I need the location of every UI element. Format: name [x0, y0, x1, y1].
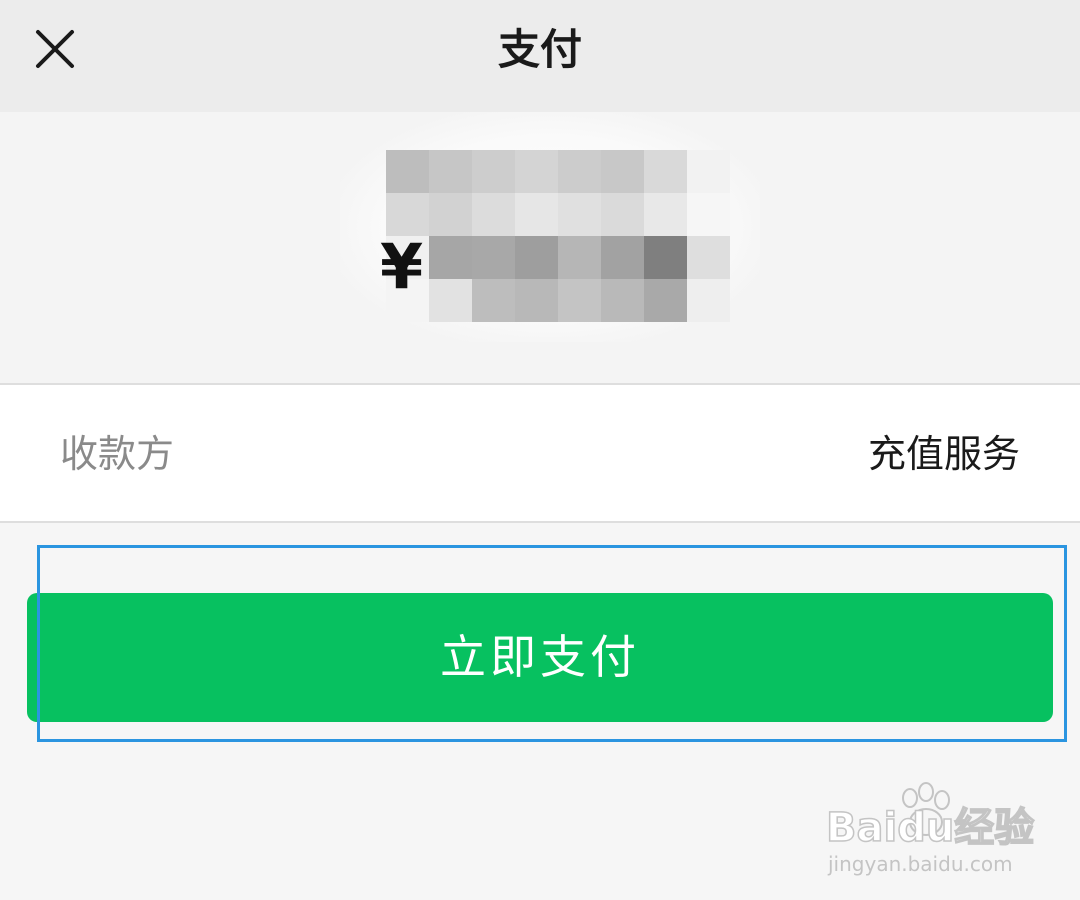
mosaic-cell — [601, 193, 644, 236]
watermark-url: jingyan.baidu.com — [828, 852, 1013, 876]
mosaic-cell — [429, 236, 472, 279]
payee-row: 收款方 充值服务 — [0, 385, 1080, 521]
mosaic-cell — [644, 279, 687, 322]
mosaic-cell — [515, 236, 558, 279]
highlight-annotation — [37, 545, 1067, 742]
mosaic-cell — [429, 193, 472, 236]
mosaic-cell — [687, 150, 730, 193]
nav-bar: 支付 — [0, 0, 1080, 112]
mosaic-cell — [472, 236, 515, 279]
mosaic-cell — [558, 193, 601, 236]
divider — [0, 521, 1080, 523]
amount-area: ¥ — [0, 112, 1080, 383]
currency-symbol: ¥ — [380, 230, 424, 303]
payee-label: 收款方 — [60, 432, 175, 476]
mosaic-cell — [558, 150, 601, 193]
mosaic-cell — [472, 193, 515, 236]
mosaic-cell — [558, 236, 601, 279]
mosaic-cell — [429, 279, 472, 322]
mosaic-cell — [429, 150, 472, 193]
obscured-amount — [386, 150, 736, 326]
mosaic-cell — [515, 279, 558, 322]
mosaic-cell — [472, 150, 515, 193]
mosaic-cell — [558, 279, 601, 322]
mosaic-cell — [644, 150, 687, 193]
page-title: 支付 — [497, 25, 582, 74]
mosaic-cell — [601, 150, 644, 193]
mosaic-cell — [601, 236, 644, 279]
watermark-brand: Baidu经验 — [825, 805, 1035, 851]
mosaic-cell — [515, 150, 558, 193]
mosaic-cell — [515, 193, 558, 236]
mosaic-cell — [601, 279, 644, 322]
mosaic-cell — [386, 150, 429, 193]
mosaic-cell — [687, 236, 730, 279]
payee-value: 充值服务 — [867, 432, 1020, 476]
mosaic-cell — [687, 279, 730, 322]
mosaic-cell — [687, 193, 730, 236]
mosaic-cell — [472, 279, 515, 322]
watermark: Baidu经验 jingyan.baidu.com — [825, 782, 1036, 882]
mosaic-cell — [644, 236, 687, 279]
mosaic-cell — [644, 193, 687, 236]
